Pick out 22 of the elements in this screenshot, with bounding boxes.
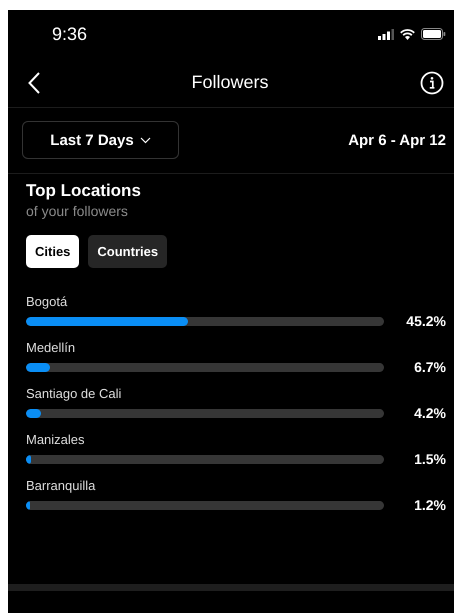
- battery-icon: [421, 28, 446, 40]
- section-subtitle: of your followers: [26, 203, 129, 219]
- percentage: 45.2%: [405, 313, 446, 329]
- location-name: Santiago de Cali: [26, 386, 122, 401]
- section-title: Top Locations: [26, 181, 142, 201]
- date-range-dropdown[interactable]: Last 7 Days: [22, 121, 179, 159]
- page-title: Followers: [191, 72, 269, 93]
- percentage: 6.7%: [413, 359, 446, 375]
- signal-icon: [378, 28, 394, 40]
- tab[interactable]: Cities: [26, 235, 80, 268]
- tab[interactable]: Countries: [88, 235, 168, 268]
- caret-icon: [140, 136, 151, 144]
- location-name: Bogotá: [26, 294, 68, 309]
- status-time: 9:36: [52, 24, 88, 44]
- percentage: 1.2%: [413, 497, 446, 513]
- location-name: Manizales: [26, 432, 86, 447]
- percentage: 1.5%: [413, 451, 446, 467]
- location-name: Medellín: [26, 340, 76, 355]
- location-name: Barranquilla: [26, 478, 96, 493]
- wifi-icon: [400, 28, 415, 40]
- percentage: 4.2%: [413, 405, 446, 421]
- date-range-text: Apr 6 - Apr 12: [348, 132, 446, 148]
